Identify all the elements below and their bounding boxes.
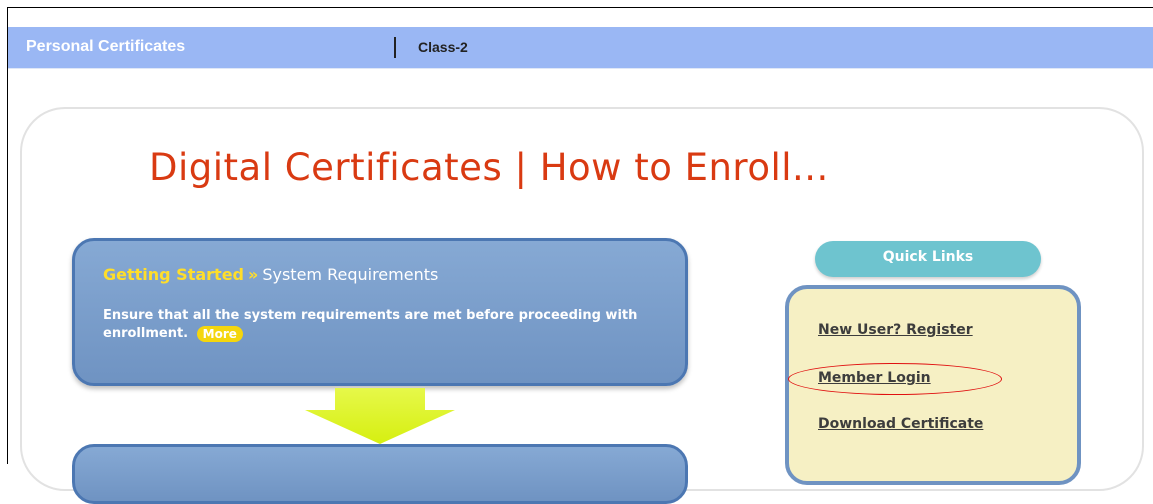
- page-title: Digital Certificates | How to Enroll...: [149, 146, 829, 189]
- tab-personal-certificates[interactable]: Personal Certificates: [26, 38, 185, 56]
- quick-links-title: Quick Links: [815, 241, 1041, 277]
- getting-started-text: Ensure that all the system requirements …: [103, 308, 638, 341]
- getting-started-box: Getting Started» System Requirements Ensu…: [72, 238, 688, 386]
- getting-started-heading: Getting Started» System Requirements: [103, 265, 438, 284]
- highlight-circle: [788, 363, 1002, 395]
- tab-class-2[interactable]: Class-2: [418, 39, 468, 55]
- system-requirements-label: System Requirements: [262, 265, 439, 284]
- getting-started-description: Ensure that all the system requirements …: [103, 307, 683, 343]
- more-button[interactable]: More: [196, 325, 243, 342]
- tab-separator: [394, 37, 396, 58]
- down-arrow-icon: [305, 388, 455, 444]
- next-step-box: [72, 444, 688, 504]
- getting-started-label: Getting Started: [103, 265, 244, 284]
- new-user-register-link[interactable]: New User? Register: [818, 322, 973, 338]
- download-certificate-link[interactable]: Download Certificate: [818, 416, 983, 432]
- top-navigation-bar: Personal Certificates Class-2: [8, 27, 1153, 69]
- double-chevron-icon: »: [248, 265, 259, 284]
